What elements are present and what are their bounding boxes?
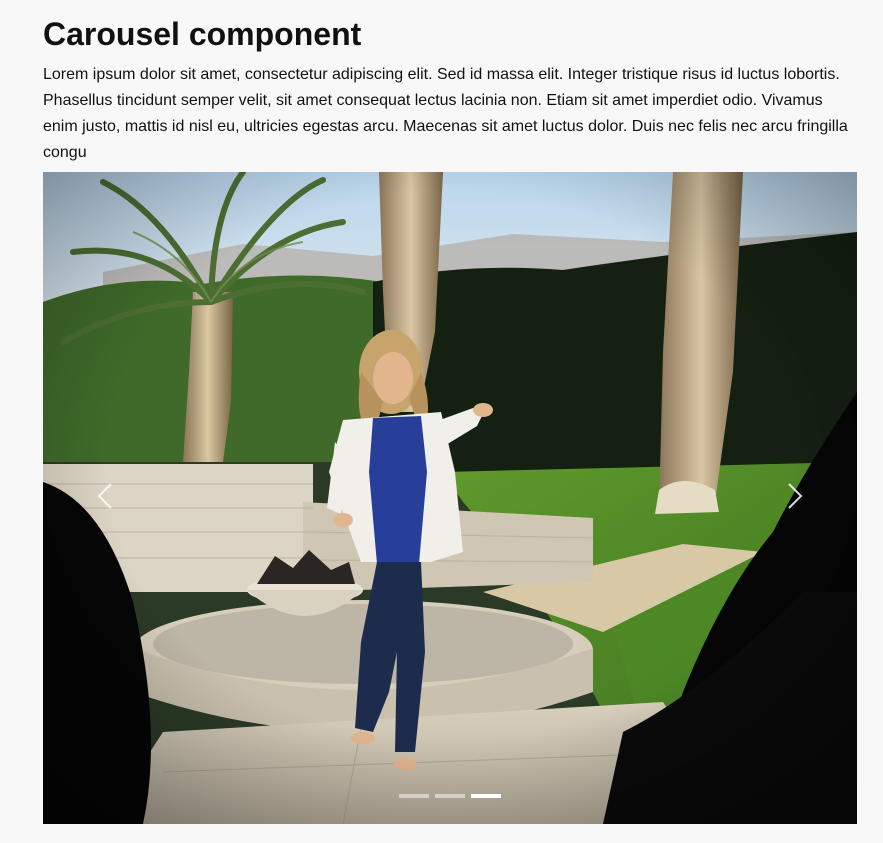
carousel-indicator-2[interactable]	[435, 794, 465, 798]
carousel-indicators	[399, 794, 501, 798]
page-title: Carousel component	[43, 16, 362, 52]
intro-paragraph: Lorem ipsum dolor sit amet, consectetur …	[43, 66, 848, 161]
carousel-indicator-3[interactable]	[471, 794, 501, 798]
carousel	[43, 172, 857, 824]
carousel-prev-button[interactable]	[85, 478, 125, 518]
page: Carousel component Lorem ipsum dolor sit…	[0, 0, 883, 843]
carousel-next-button[interactable]	[775, 478, 815, 518]
carousel-slide-image	[43, 172, 857, 824]
chevron-left-icon	[97, 482, 113, 515]
chevron-right-icon	[787, 482, 803, 515]
carousel-indicator-1[interactable]	[399, 794, 429, 798]
